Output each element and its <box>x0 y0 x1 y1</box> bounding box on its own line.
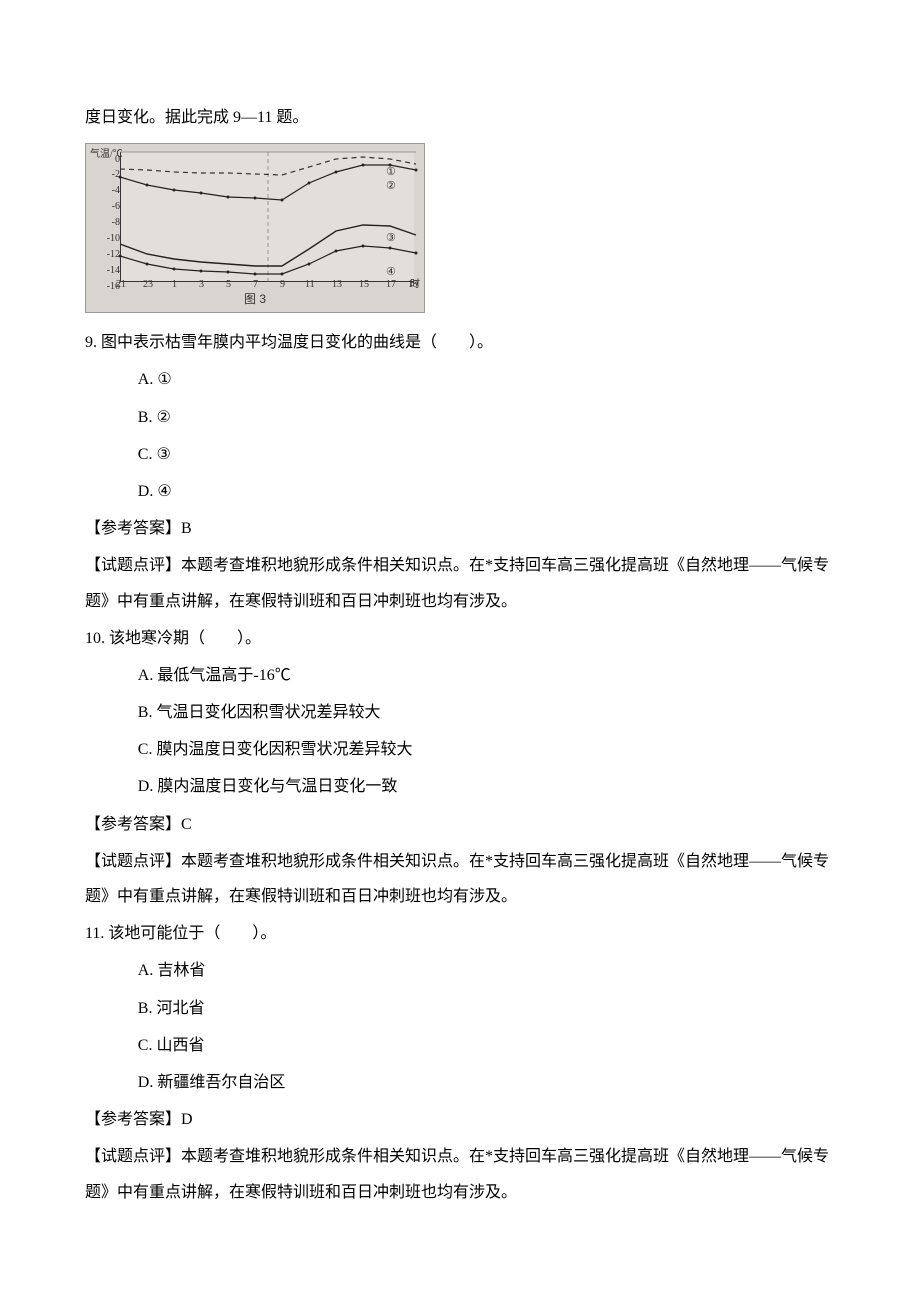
q11-b-label: B. <box>138 1000 157 1017</box>
q10-prefix: 10. <box>85 630 109 647</box>
q10-option-a: A. 最低气温高于-16℃ <box>85 658 835 693</box>
q10-b-label: B. <box>138 704 157 721</box>
q10-comment-label: 【试题点评】 <box>85 853 181 870</box>
q9-a-label: A. <box>138 371 158 388</box>
q11-comment: 【试题点评】本题考查堆积地貌形成条件相关知识点。在*支持回车高三强化提高班《自然… <box>85 1139 835 1209</box>
q9-c-label: C. <box>138 446 157 463</box>
q11-option-d: D. 新疆维吾尔自治区 <box>85 1065 835 1100</box>
q11-option-b: B. 河北省 <box>85 991 835 1026</box>
q9-comment-text: 本题考查堆积地貌形成条件相关知识点。在*支持回车高三强化提高班《自然地理——气候… <box>85 557 829 609</box>
q9-comment-label: 【试题点评】 <box>85 557 181 574</box>
q11-c-text: 山西省 <box>156 1037 204 1054</box>
q11-text: 该地可能位于（ ）。 <box>108 925 276 942</box>
q10-answer-value: C <box>181 816 192 833</box>
q11-answer-label: 【参考答案】 <box>85 1111 181 1128</box>
q10-comment: 【试题点评】本题考查堆积地貌形成条件相关知识点。在*支持回车高三强化提高班《自然… <box>85 844 835 914</box>
q10-b-text: 气温日变化因积雪状况差异较大 <box>156 704 380 721</box>
q9-answer-value: B <box>181 520 192 537</box>
series-label-3: ③ <box>386 226 396 250</box>
q11-a-text: 吉林省 <box>157 962 205 979</box>
q9-option-a: A. ① <box>85 362 835 397</box>
q10-d-label: D. <box>138 778 158 795</box>
q11-answer-value: D <box>181 1111 193 1128</box>
q11-answer: 【参考答案】D <box>85 1102 835 1137</box>
q10-c-text: 膜内温度日变化因积雪状况差异较大 <box>156 741 412 758</box>
q11-c-label: C. <box>138 1037 157 1054</box>
series-label-2: ② <box>386 174 396 198</box>
q10-a-text: 最低气温高于-16℃ <box>157 667 290 684</box>
q9-c-text: ③ <box>156 446 170 463</box>
q9-prefix: 9. <box>85 334 101 351</box>
q10-stem: 10. 该地寒冷期（ ）。 <box>85 621 835 656</box>
q10-a-label: A. <box>138 667 158 684</box>
q11-comment-label: 【试题点评】 <box>85 1148 181 1165</box>
q10-text: 该地寒冷期（ ）。 <box>109 630 261 647</box>
figure-caption: 图 3 <box>86 286 424 312</box>
q9-d-label: D. <box>138 483 158 500</box>
q10-option-c: C. 膜内温度日变化因积雪状况差异较大 <box>85 732 835 767</box>
q11-comment-text: 本题考查堆积地貌形成条件相关知识点。在*支持回车高三强化提高班《自然地理——气候… <box>85 1148 829 1200</box>
q9-b-label: B. <box>138 409 157 426</box>
q11-d-text: 新疆维吾尔自治区 <box>157 1074 285 1091</box>
q9-option-b: B. ② <box>85 400 835 435</box>
q10-d-text: 膜内温度日变化与气温日变化一致 <box>157 778 397 795</box>
q11-b-text: 河北省 <box>156 1000 204 1017</box>
q10-comment-text: 本题考查堆积地貌形成条件相关知识点。在*支持回车高三强化提高班《自然地理——气候… <box>85 853 829 905</box>
q9-comment: 【试题点评】本题考查堆积地貌形成条件相关知识点。在*支持回车高三强化提高班《自然… <box>85 548 835 618</box>
q10-option-b: B. 气温日变化因积雪状况差异较大 <box>85 695 835 730</box>
q9-option-c: C. ③ <box>85 437 835 472</box>
figure-container: ① ② ③ ④ 气温/℃ 0 -2 -4 -6 -8 -10 -12 -14 -… <box>85 143 835 313</box>
q9-b-text: ② <box>156 409 170 426</box>
line-chart: ① ② ③ ④ 气温/℃ 0 -2 -4 -6 -8 -10 -12 -14 -… <box>85 143 425 313</box>
q11-prefix: 11. <box>85 925 108 942</box>
q11-stem: 11. 该地可能位于（ ）。 <box>85 916 835 951</box>
q9-stem: 9. 图中表示枯雪年膜内平均温度日变化的曲线是（ ）。 <box>85 325 835 360</box>
q9-a-text: ① <box>157 371 171 388</box>
q9-d-text: ④ <box>157 483 171 500</box>
q10-answer-label: 【参考答案】 <box>85 816 181 833</box>
intro-text: 度日变化。据此完成 9—11 题。 <box>85 100 835 135</box>
q9-answer: 【参考答案】B <box>85 511 835 546</box>
q11-d-label: D. <box>138 1074 158 1091</box>
q11-option-c: C. 山西省 <box>85 1028 835 1063</box>
q11-option-a: A. 吉林省 <box>85 953 835 988</box>
q9-option-d: D. ④ <box>85 474 835 509</box>
q11-a-label: A. <box>138 962 158 979</box>
q9-text: 图中表示枯雪年膜内平均温度日变化的曲线是（ ）。 <box>101 334 493 351</box>
q10-option-d: D. 膜内温度日变化与气温日变化一致 <box>85 769 835 804</box>
q10-answer: 【参考答案】C <box>85 807 835 842</box>
q10-c-label: C. <box>138 741 157 758</box>
q9-answer-label: 【参考答案】 <box>85 520 181 537</box>
